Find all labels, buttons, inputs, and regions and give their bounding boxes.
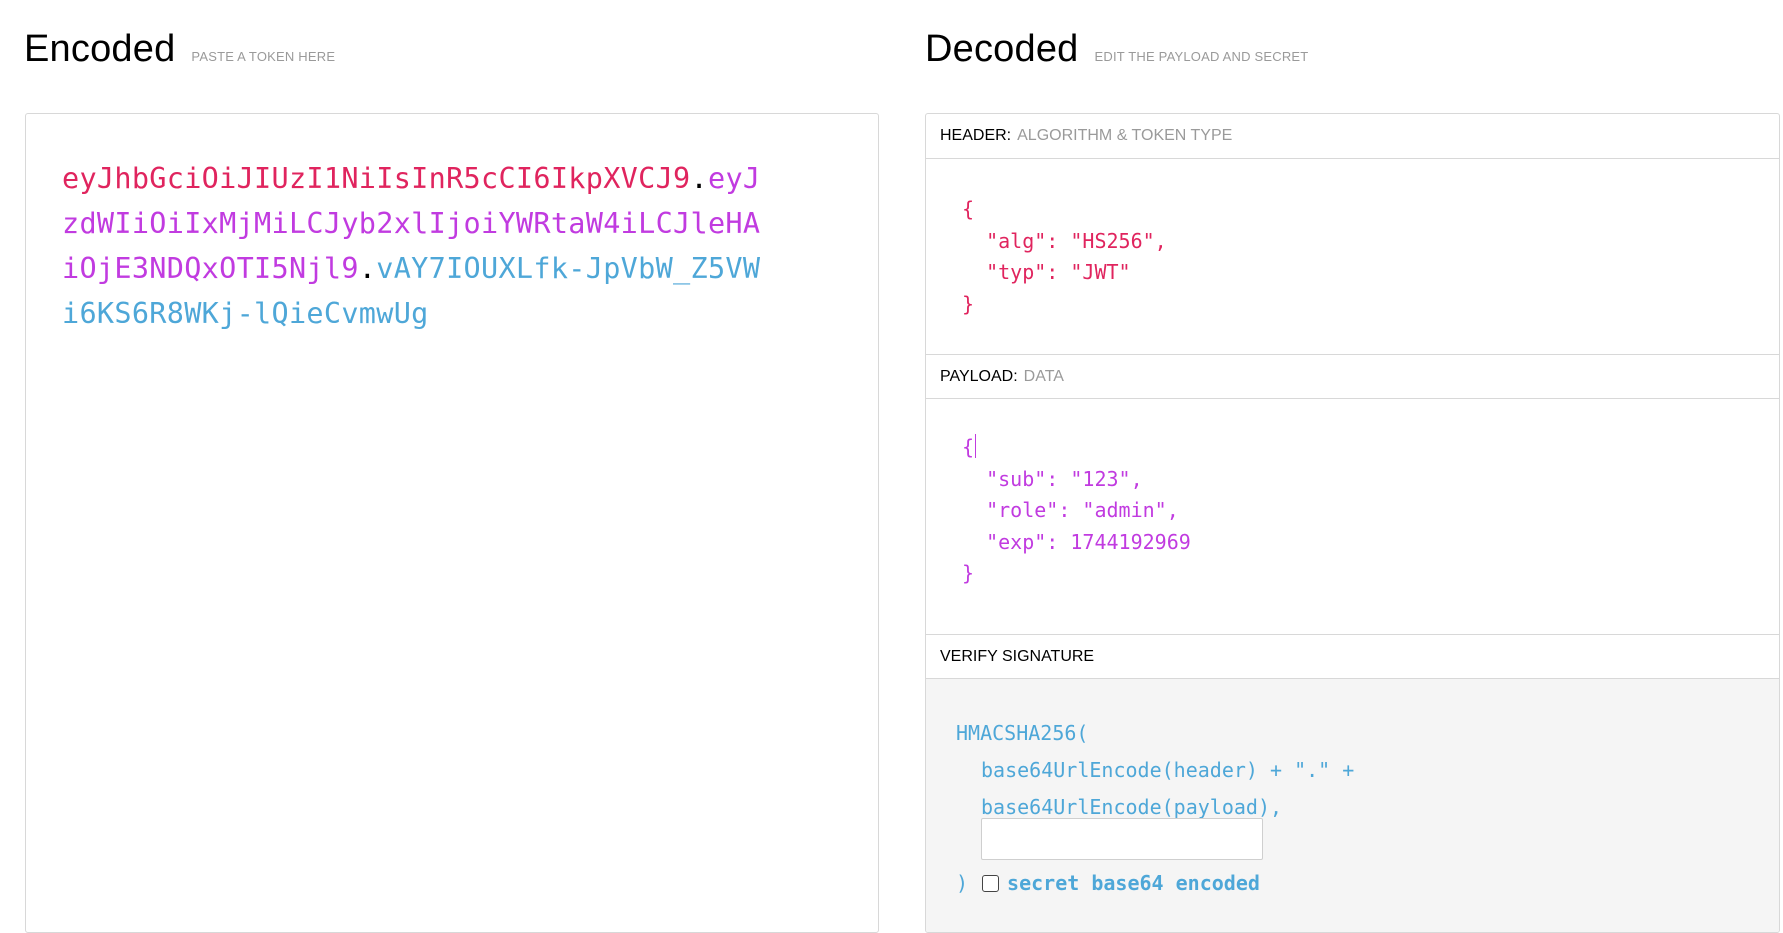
secret-input[interactable] [981,818,1263,860]
secret-options-row: ) secret base64 encoded [956,871,1260,895]
header-json-line: { [962,197,975,221]
encoded-subtitle: PASTE A TOKEN HERE [191,49,336,64]
secret-base64-checkbox[interactable] [982,874,1000,892]
payload-json-line: "sub": "123", [962,466,1143,491]
payload-json-line: "exp": 1744192969 [962,529,1191,554]
payload-sublabel: DATA [1023,367,1064,385]
header-json-line: "typ": "JWT" [962,260,1131,284]
verify-signature-body: HMACSHA256( base64UrlEncode(header) + ".… [926,679,1779,932]
header-section-heading: HEADER: ALGORITHM & TOKEN TYPE [926,114,1779,159]
header-sublabel: ALGORITHM & TOKEN TYPE [1017,127,1233,144]
payload-json-line: } [962,561,975,585]
token-separator: . [358,252,377,285]
formula-line-header: base64UrlEncode(header) + "." + [981,758,1355,782]
payload-label: PAYLOAD: [940,367,1018,385]
payload-json-line: { [962,435,975,459]
payload-json-editor[interactable]: { "sub": "123", "role": "admin", "exp": … [962,432,1191,590]
decoded-title: Decoded [925,28,1079,70]
secret-base64-label[interactable]: secret base64 encoded [1007,871,1260,895]
decoded-subtitle: EDIT THE PAYLOAD AND SECRET [1094,49,1309,64]
payload-json-line: "role": "admin", [962,498,1179,522]
encoded-token-editor[interactable]: eyJhbGciOiJIUzI1NiIsInR5cCI6IkpXVCJ9.eyJ… [25,113,879,933]
text-caret [975,434,977,458]
signature-formula: HMACSHA256( base64UrlEncode(header) + ".… [956,715,1354,826]
decoded-panel: HEADER: ALGORITHM & TOKEN TYPE { "alg": … [925,113,1780,933]
token-separator: . [690,162,708,195]
encoded-token-text[interactable]: eyJhbGciOiJIUzI1NiIsInR5cCI6IkpXVCJ9.eyJ… [62,156,762,336]
verify-section-heading: VERIFY SIGNATURE [926,634,1779,679]
payload-section-heading: PAYLOAD: DATA [926,354,1779,399]
close-paren: ) [956,871,969,895]
verify-label: VERIFY SIGNATURE [940,647,1095,665]
header-json-editor[interactable]: { "alg": "HS256", "typ": "JWT" } [962,194,1167,320]
header-json-line: "alg": "HS256", [962,228,1167,253]
header-json-line: } [962,291,975,316]
hmac-function: HMACSHA256( [956,721,1089,745]
encoded-title-row: Encoded PASTE A TOKEN HERE [24,28,335,71]
token-header-part: eyJhbGciOiJIUzI1NiIsInR5cCI6IkpXVCJ9 [62,162,691,195]
decoded-title-row: Decoded EDIT THE PAYLOAD AND SECRET [925,28,1308,71]
header-label: HEADER: [940,127,1012,144]
encoded-title: Encoded [24,28,176,70]
